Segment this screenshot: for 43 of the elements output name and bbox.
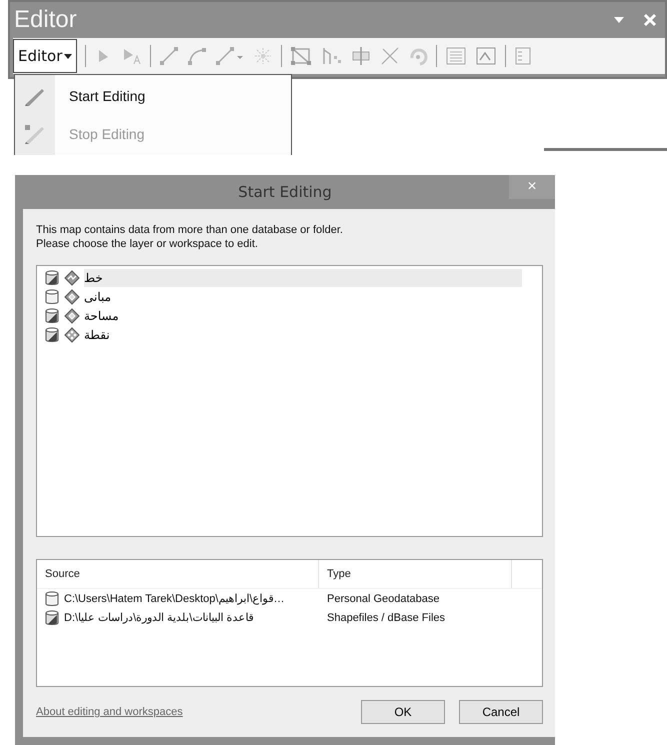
pencil-icon [23,123,47,145]
layer-item[interactable]: خط [84,268,522,286]
table-cell-text: Personal Geodatabase [326,592,441,604]
dialog-title: Start Editing [238,183,332,201]
cut-polygon-icon[interactable] [350,46,372,66]
arc-segment-icon[interactable] [187,47,208,65]
database-icon [44,288,60,304]
polygon-layer-icon [64,308,80,324]
split-icon[interactable] [380,46,400,66]
editor-menu-button[interactable]: Editor [13,39,78,73]
sketch-properties-icon[interactable] [475,46,498,66]
snap-point-icon[interactable] [253,47,274,65]
create-features-icon[interactable] [514,46,532,66]
table-cell-text: Shapefiles / dBase Files [326,612,446,624]
column-header[interactable]: Source [37,560,319,588]
help-link[interactable]: About editing and workspaces [36,706,183,718]
point-layer-icon [64,326,80,342]
caret-icon [64,54,72,58]
shapefile-icon [44,270,60,286]
shapefile-icon [44,610,60,626]
shapefile-icon [44,308,60,324]
window-title: Editor [14,6,78,34]
close-icon[interactable] [643,13,657,27]
layer-item[interactable]: مبانى [84,288,522,306]
dialog-button[interactable]: Cancel [459,700,543,724]
column-header[interactable]: Type [319,560,512,588]
attributes-icon[interactable] [445,46,468,66]
edit-vertices-icon[interactable] [290,46,312,66]
dropdown-icon[interactable] [613,16,625,24]
segment-dropdown-icon[interactable] [215,47,246,65]
rotate-icon[interactable] [408,46,428,66]
table-cell: D:\قاعدة البيانات\بلدية الدورة\دراسات عليا [64,611,254,624]
straight-segment-icon[interactable] [159,47,180,65]
message-text: This map contains data from more than one database or folder. Please choose the layer or workspace to edit. [36,223,344,251]
menu-item[interactable]: Start Editing [15,79,291,113]
shapefile-icon [44,326,60,342]
database-icon [44,590,60,606]
line-layer-icon [64,270,80,286]
dialog-button[interactable]: OK [361,700,445,724]
table-cell: C:\Users\Hatem Tarek\Desktop\قواع\ابراهيم… [64,592,285,605]
layer-item[interactable]: مساحة [84,306,522,324]
polygon-layer-icon [64,288,80,304]
layer-item[interactable]: نقطة [84,326,522,344]
